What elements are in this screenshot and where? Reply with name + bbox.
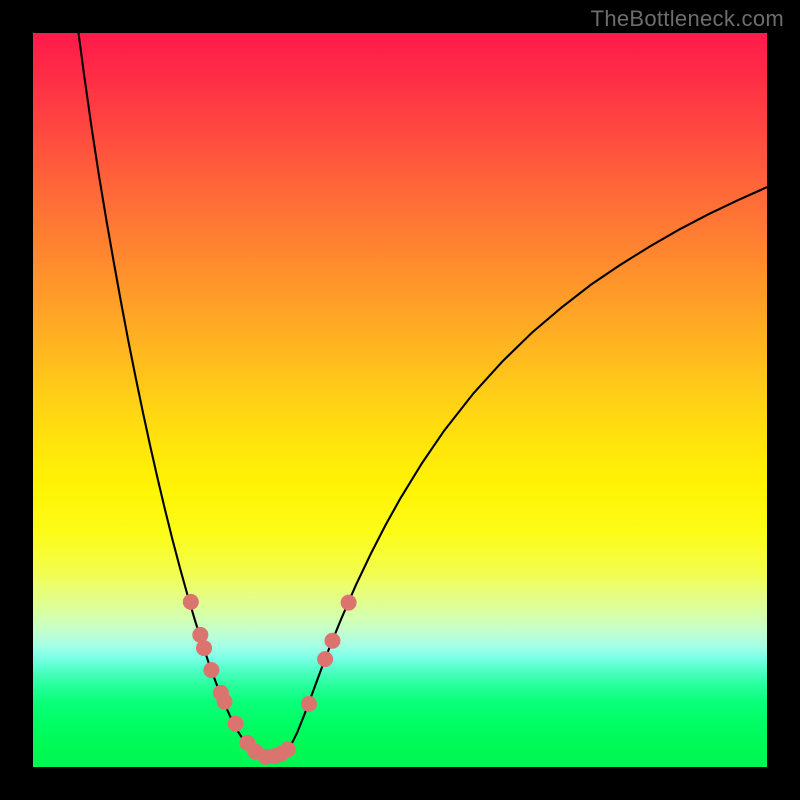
data-marker bbox=[301, 696, 317, 712]
data-markers bbox=[183, 594, 357, 765]
data-marker bbox=[341, 595, 357, 611]
data-marker bbox=[203, 662, 219, 678]
watermark-text: TheBottleneck.com bbox=[591, 6, 784, 32]
data-marker bbox=[196, 640, 212, 656]
plot-area bbox=[33, 33, 767, 767]
data-marker bbox=[280, 741, 296, 757]
data-marker bbox=[228, 716, 244, 732]
data-marker bbox=[324, 633, 340, 649]
data-marker bbox=[217, 694, 233, 710]
data-marker bbox=[183, 594, 199, 610]
curve-layer bbox=[33, 33, 767, 767]
chart-root: TheBottleneck.com bbox=[0, 0, 800, 800]
data-marker bbox=[317, 651, 333, 667]
bottleneck-curve bbox=[79, 33, 767, 757]
